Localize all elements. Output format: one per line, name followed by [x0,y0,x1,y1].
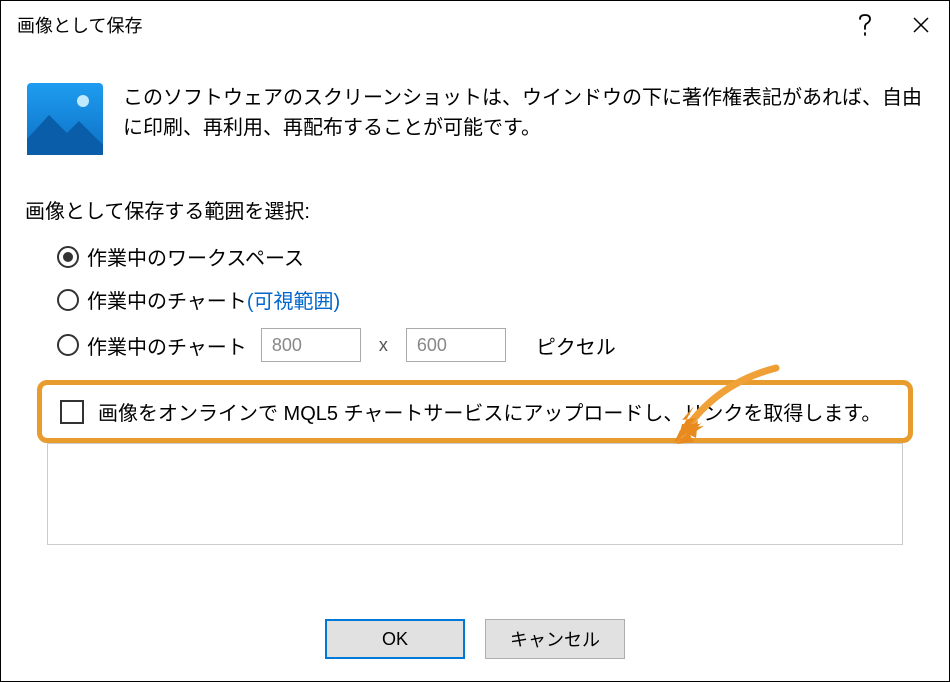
height-input[interactable] [406,328,506,362]
width-input[interactable] [261,328,361,362]
close-button[interactable] [893,1,949,49]
radio-chart-visible-label: 作業中のチャート(可視範囲) [87,285,340,314]
titlebar: 画像として保存 [1,1,949,49]
close-icon [912,16,930,34]
cancel-button[interactable]: キャンセル [485,619,625,659]
radio-row-workspace: 作業中のワークスペース [57,242,925,271]
upload-highlight: 画像をオンラインで MQL5 チャートサービスにアップロードし、リンクを取得しま… [37,380,913,443]
link-output-area [47,443,903,545]
radio-chart-visible-prefix: 作業中のチャート [87,291,247,313]
image-icon [25,79,105,159]
radio-chart-visible[interactable] [57,289,79,311]
radio-chart-visible-paren: (可視範囲) [247,291,340,313]
ok-button[interactable]: OK [325,619,465,659]
radio-row-chart-custom: 作業中のチャート x ピクセル [57,328,925,362]
x-separator: x [379,335,388,356]
dialog-window: 画像として保存 [0,0,950,682]
section-label: 画像として保存する範囲を選択: [25,195,925,224]
dialog-content: このソフトウェアのスクリーンショットは、ウインドウの下に著作権表記があれば、自由… [1,49,949,601]
radio-workspace-label: 作業中のワークスペース [87,242,304,271]
pixel-label: ピクセル [536,331,616,360]
help-icon [857,13,873,37]
upload-label: 画像をオンラインで MQL5 チャートサービスにアップロードし、リンクを取得しま… [98,397,881,426]
info-row: このソフトウェアのスクリーンショットは、ウインドウの下に著作権表記があれば、自由… [25,79,925,159]
radio-chart-custom[interactable] [57,334,79,356]
upload-checkbox[interactable] [60,400,84,424]
radio-group: 作業中のワークスペース 作業中のチャート(可視範囲) 作業中のチャート x ピク… [25,242,925,362]
dialog-title: 画像として保存 [17,12,837,38]
button-row: OK キャンセル [1,601,949,681]
radio-chart-custom-label: 作業中のチャート [87,331,247,360]
radio-workspace[interactable] [57,246,79,268]
radio-row-chart-visible: 作業中のチャート(可視範囲) [57,285,925,314]
help-button[interactable] [837,1,893,49]
info-text: このソフトウェアのスクリーンショットは、ウインドウの下に著作権表記があれば、自由… [123,79,925,143]
